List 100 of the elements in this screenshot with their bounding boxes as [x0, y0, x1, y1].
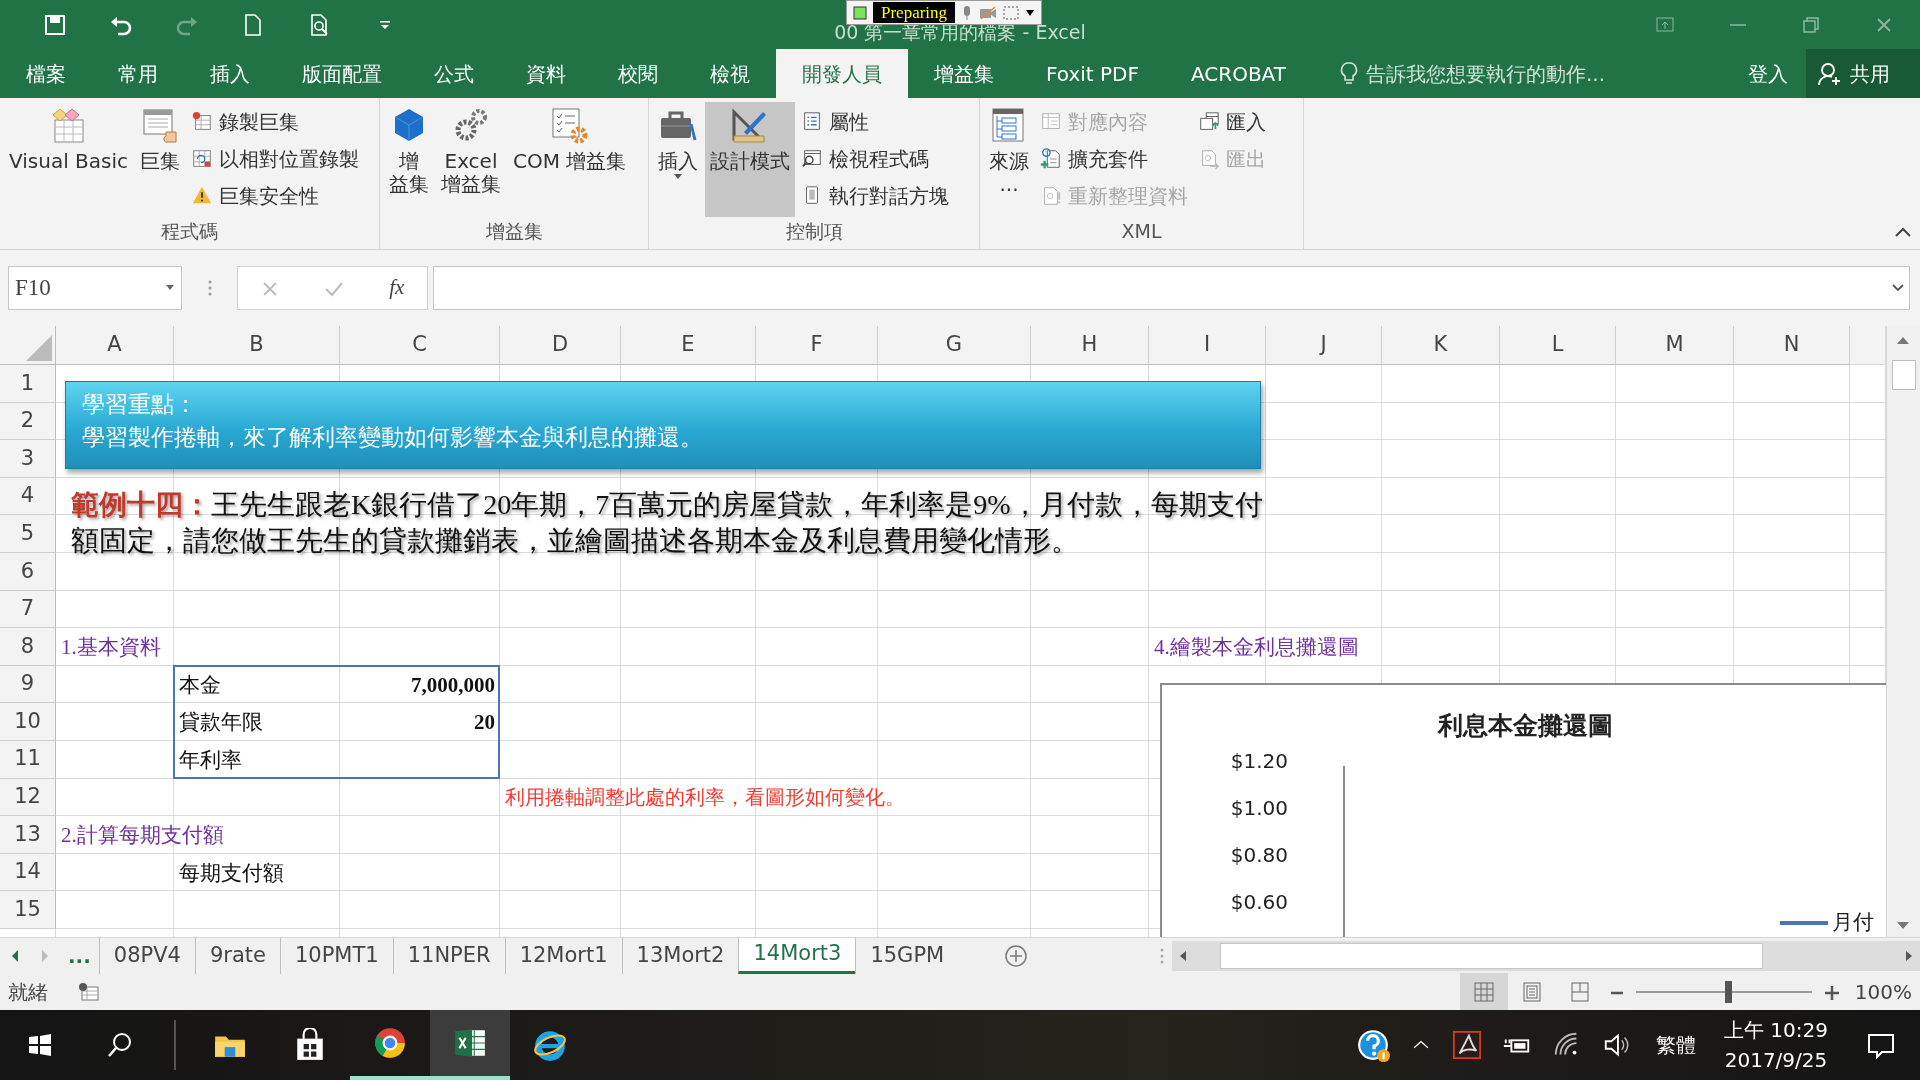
sign-in-link[interactable]: 登入 — [1730, 49, 1806, 98]
ribbon-button[interactable]: 插入 — [653, 102, 703, 217]
ribbon-tab[interactable]: 版面配置 — [276, 49, 408, 98]
clock-date[interactable]: 2017/9/25 — [1724, 1045, 1828, 1075]
column-header[interactable]: E — [621, 326, 756, 365]
ribbon-button[interactable]: 匯入 — [1194, 104, 1270, 140]
column-header[interactable]: B — [174, 326, 340, 365]
horizontal-scrollbar[interactable] — [1172, 940, 1920, 971]
clock-time[interactable]: 上午 10:29 — [1724, 1015, 1828, 1045]
row-header[interactable]: 4 — [0, 477, 56, 516]
plus-icon — [1824, 985, 1840, 1001]
row-header[interactable]: 9 — [0, 665, 56, 704]
ribbon-button[interactable]: 巨集安全性 — [187, 178, 363, 214]
scroll-thumb[interactable] — [1892, 360, 1916, 390]
ribbon-button[interactable]: 來源 ... — [984, 102, 1034, 217]
grid-icon — [1473, 980, 1495, 1003]
column-header[interactable]: C — [340, 326, 500, 365]
input-method-button[interactable]: 繁體 — [1642, 1030, 1710, 1060]
tell-me-field[interactable]: 告訴我您想要執行的動作... — [1333, 49, 1612, 98]
ribbon-button[interactable]: 檢視程式碼 — [797, 141, 953, 177]
group-label: XML — [1120, 219, 1163, 244]
insert-function-button[interactable]: fx — [383, 272, 411, 304]
section-heading: 2.計算每期支付額 — [60, 821, 225, 848]
column-header[interactable]: J — [1266, 326, 1382, 365]
pdf-app-icon — [1452, 1030, 1482, 1060]
column-header[interactable]: M — [1616, 326, 1734, 365]
cell-label: 本金 — [178, 671, 222, 698]
column-header[interactable]: I — [1149, 326, 1266, 365]
status-square-icon — [853, 5, 867, 20]
arrow-left-icon — [10, 948, 20, 963]
column-header[interactable]: N — [1734, 326, 1850, 365]
column-header[interactable]: G — [878, 326, 1031, 365]
ribbon-button[interactable]: 增 益集 — [384, 102, 434, 217]
page-icon — [1521, 980, 1543, 1003]
more-sheets-button[interactable]: ... — [60, 940, 99, 971]
ribbon-tab[interactable]: 插入 — [184, 49, 276, 98]
name-box[interactable]: F10 — [8, 266, 182, 310]
share-button[interactable]: 共用 — [1806, 49, 1920, 98]
ribbon-tab[interactable]: 檔案 — [0, 49, 92, 98]
expand-caret-icon — [1891, 283, 1905, 293]
column-header[interactable]: F — [756, 326, 878, 365]
row-header[interactable]: 2 — [0, 402, 56, 441]
banner-heading: 學習重點： — [82, 390, 198, 419]
group-label: 控制項 — [784, 219, 844, 244]
ribbon-tab[interactable]: 校閱 — [592, 49, 684, 98]
column-header[interactable]: K — [1382, 326, 1500, 365]
row-header[interactable]: 1 — [0, 365, 56, 403]
search-icon — [107, 1032, 133, 1058]
ribbon-tab[interactable]: 常用 — [92, 49, 184, 98]
column-header[interactable]: L — [1500, 326, 1616, 365]
property-list-icon — [801, 111, 823, 133]
row-header[interactable]: 8 — [0, 628, 56, 666]
ribbon-tab[interactable]: Foxit PDF — [1020, 49, 1165, 98]
windows-logo-icon — [28, 1033, 52, 1057]
row-header[interactable]: 6 — [0, 552, 56, 591]
ribbon-display-icon — [1654, 14, 1675, 35]
formula-input[interactable] — [433, 266, 1910, 310]
column-header[interactable]: A — [56, 326, 174, 365]
window-search-icon — [801, 148, 823, 170]
zoom-level: 100% — [1853, 978, 1912, 1006]
ribbon-button[interactable]: 屬性 — [797, 104, 953, 140]
row-header[interactable]: 10 — [0, 703, 56, 741]
ribbon-tab[interactable]: 資料 — [500, 49, 592, 98]
row-header[interactable]: 12 — [0, 778, 56, 817]
ribbon-button[interactable]: COM 增益集 — [508, 102, 632, 217]
ribbon-button[interactable]: 以相對位置錄製 — [187, 141, 363, 177]
ribbon-button[interactable]: 錄製巨集 — [187, 104, 363, 140]
person-add-icon — [1818, 61, 1842, 86]
row-header[interactable]: 3 — [0, 440, 56, 478]
ribbon-tab[interactable]: 檢視 — [684, 49, 776, 98]
ribbon-button[interactable]: 巨集 — [135, 102, 185, 217]
chart-title: 利息本金攤還圖 — [1436, 710, 1614, 742]
plus-circle-icon — [1004, 943, 1029, 968]
section-heading: 4.繪製本金利息攤還圖 — [1153, 633, 1360, 660]
expansion-pack-icon — [1040, 148, 1062, 170]
ribbon-button[interactable]: 執行對話方塊 — [797, 178, 953, 214]
ribbon-tab[interactable]: 公式 — [408, 49, 500, 98]
row-header[interactable]: 15 — [0, 891, 56, 929]
row-header[interactable]: 14 — [0, 853, 56, 892]
ribbon-button[interactable]: 設計模式 — [705, 102, 795, 217]
taskbar-app-button[interactable] — [430, 1010, 510, 1080]
legend-label: 月付 — [1832, 909, 1874, 936]
row-header[interactable]: 5 — [0, 515, 56, 553]
sheet-tab[interactable]: 14Mort3 — [738, 937, 856, 974]
ribbon-button[interactable]: 擴充套件 — [1036, 141, 1192, 177]
zoom-slider-thumb[interactable] — [1724, 980, 1732, 1003]
ribbon-tab[interactable]: 增益集 — [908, 49, 1020, 98]
ribbon-button[interactable]: Excel 增益集 — [436, 102, 506, 217]
ribbon-button[interactable]: Visual Basic — [4, 102, 133, 217]
vertical-scrollbar[interactable] — [1886, 326, 1920, 937]
row-header[interactable]: 13 — [0, 816, 56, 854]
column-header[interactable]: D — [500, 326, 621, 365]
ribbon-tab[interactable]: ACROBAT — [1164, 49, 1312, 98]
ribbon-tab[interactable]: 開發人員 — [776, 49, 908, 98]
row-header[interactable]: 7 — [0, 590, 56, 629]
row-header[interactable]: 11 — [0, 740, 56, 779]
scroll-thumb[interactable] — [1220, 942, 1763, 969]
checklist-gear-icon — [549, 106, 590, 146]
axis-tick-label: $1.00 — [1230, 795, 1288, 822]
column-header[interactable]: H — [1031, 326, 1149, 365]
